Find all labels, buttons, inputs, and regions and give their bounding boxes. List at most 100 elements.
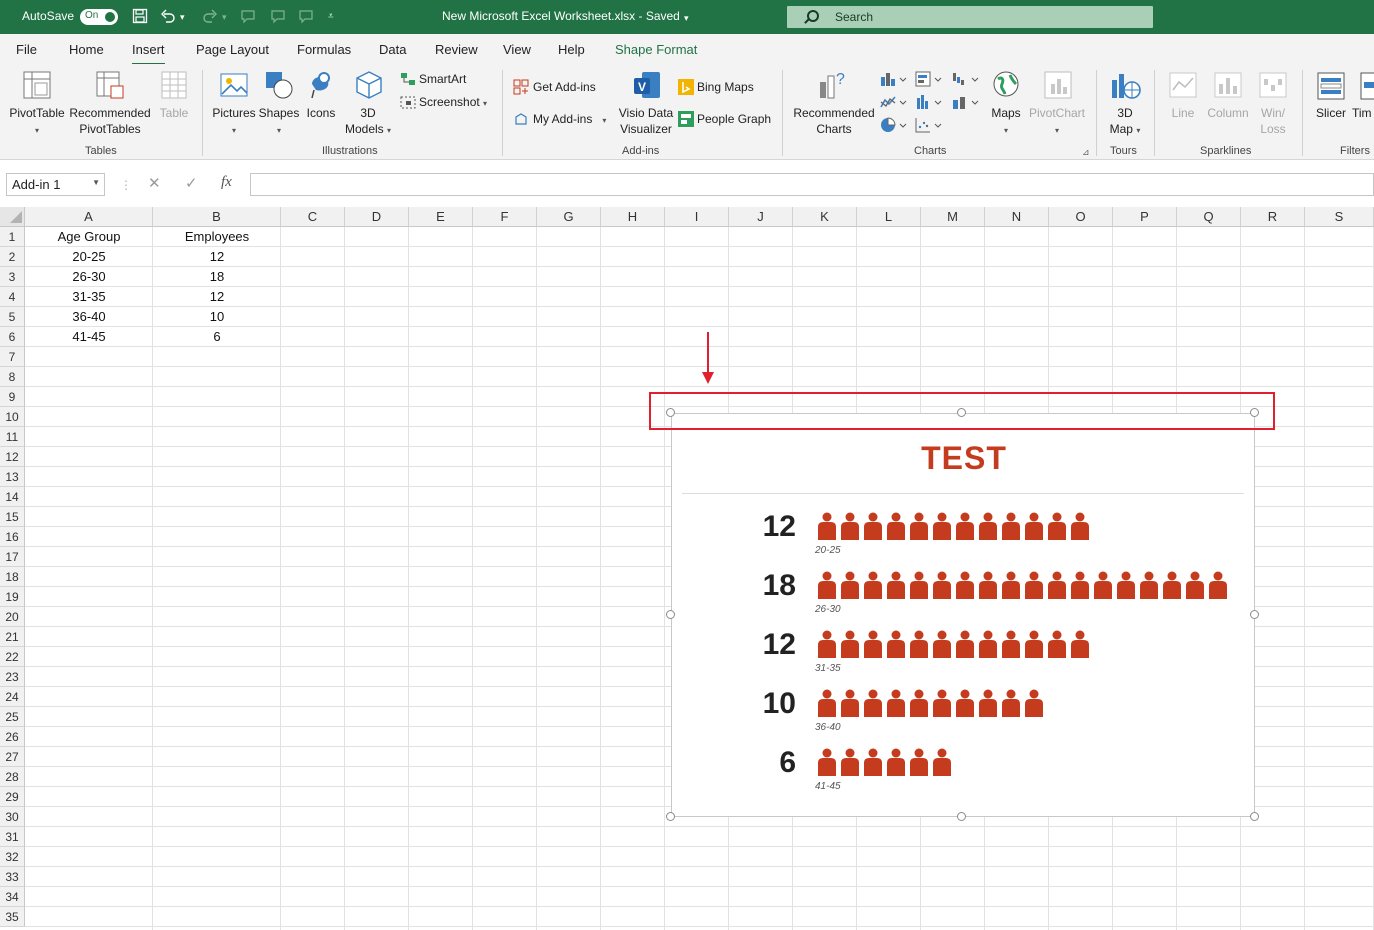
row-header-24[interactable]: 24 bbox=[0, 687, 25, 707]
tab-formulas[interactable]: Formulas bbox=[297, 42, 351, 57]
row-header-20[interactable]: 20 bbox=[0, 607, 25, 627]
tab-review[interactable]: Review bbox=[435, 42, 478, 57]
get-addins-button[interactable]: Get Add-ins bbox=[533, 79, 596, 95]
row-header-12[interactable]: 12 bbox=[0, 447, 25, 467]
customize-qat-icon[interactable]: ⩡ bbox=[328, 8, 334, 26]
row-header-27[interactable]: 27 bbox=[0, 747, 25, 767]
pivot-chart-button[interactable]: PivotChart ▾ bbox=[1026, 105, 1088, 139]
row-header-31[interactable]: 31 bbox=[0, 827, 25, 847]
column-header-o[interactable]: O bbox=[1049, 207, 1113, 227]
row-header-15[interactable]: 15 bbox=[0, 507, 25, 527]
icons-button[interactable]: Icons bbox=[302, 105, 340, 121]
data-cell[interactable]: 10 bbox=[153, 307, 281, 327]
row-header-9[interactable]: 9 bbox=[0, 387, 25, 407]
row-header-11[interactable]: 11 bbox=[0, 427, 25, 447]
recommended-charts-button[interactable]: Recommended Charts bbox=[789, 105, 879, 137]
row-header-21[interactable]: 21 bbox=[0, 627, 25, 647]
column-header-l[interactable]: L bbox=[857, 207, 921, 227]
save-icon[interactable] bbox=[132, 8, 148, 29]
slicer-button[interactable]: Slicer bbox=[1312, 105, 1350, 121]
row-header-17[interactable]: 17 bbox=[0, 547, 25, 567]
row-header-29[interactable]: 29 bbox=[0, 787, 25, 807]
bing-maps-button[interactable]: Bing Maps bbox=[697, 79, 754, 95]
line-chart-icon[interactable] bbox=[880, 94, 908, 113]
title-dropdown-icon[interactable]: ▾ bbox=[684, 9, 689, 27]
search-box[interactable]: Search bbox=[787, 6, 1153, 28]
column-header-n[interactable]: N bbox=[985, 207, 1049, 227]
data-cell[interactable]: 36-40 bbox=[25, 307, 153, 327]
autosave-toggle[interactable]: On bbox=[80, 9, 118, 25]
bar-chart-icon[interactable] bbox=[915, 71, 943, 90]
data-cell[interactable]: 12 bbox=[153, 247, 281, 267]
resize-handle[interactable] bbox=[957, 812, 966, 821]
cancel-icon[interactable]: ✕ bbox=[148, 174, 161, 192]
column-header-a[interactable]: A bbox=[25, 207, 153, 227]
name-box[interactable]: Add-in 1 ▼ bbox=[6, 173, 105, 196]
row-header-32[interactable]: 32 bbox=[0, 847, 25, 867]
tab-page-layout[interactable]: Page Layout bbox=[196, 42, 269, 57]
tab-home[interactable]: Home bbox=[69, 42, 104, 57]
row-header-26[interactable]: 26 bbox=[0, 727, 25, 747]
row-header-5[interactable]: 5 bbox=[0, 307, 25, 327]
row-header-8[interactable]: 8 bbox=[0, 367, 25, 387]
pivot-table-button[interactable]: PivotTable ▾ bbox=[5, 105, 69, 139]
column-header-k[interactable]: K bbox=[793, 207, 857, 227]
header-cell[interactable]: Age Group bbox=[25, 227, 153, 247]
scatter-chart-icon[interactable] bbox=[915, 117, 943, 136]
column-header-m[interactable]: M bbox=[921, 207, 985, 227]
data-cell[interactable]: 41-45 bbox=[25, 327, 153, 347]
resize-handle[interactable] bbox=[666, 812, 675, 821]
header-cell[interactable]: Employees bbox=[153, 227, 281, 247]
3d-models-button[interactable]: 3D Models ▾ bbox=[340, 105, 396, 139]
column-header-d[interactable]: D bbox=[345, 207, 409, 227]
3d-map-button[interactable]: 3D Map ▾ bbox=[1102, 105, 1148, 139]
data-cell[interactable]: 6 bbox=[153, 327, 281, 347]
column-header-f[interactable]: F bbox=[473, 207, 537, 227]
column-header-g[interactable]: G bbox=[537, 207, 601, 227]
sparkline-line-button[interactable]: Line bbox=[1162, 105, 1204, 121]
column-chart-icon[interactable] bbox=[880, 71, 908, 90]
combo-chart-icon[interactable] bbox=[952, 94, 980, 113]
column-header-j[interactable]: J bbox=[729, 207, 793, 227]
column-header-p[interactable]: P bbox=[1113, 207, 1177, 227]
maps-button[interactable]: Maps ▾ bbox=[985, 105, 1027, 139]
screenshot-button[interactable]: Screenshot ▾ bbox=[419, 94, 487, 112]
resize-handle[interactable] bbox=[1250, 610, 1259, 619]
insert-function-icon[interactable]: fx bbox=[221, 174, 232, 191]
row-header-34[interactable]: 34 bbox=[0, 887, 25, 907]
column-header-i[interactable]: I bbox=[665, 207, 729, 227]
row-header-18[interactable]: 18 bbox=[0, 567, 25, 587]
row-header-6[interactable]: 6 bbox=[0, 327, 25, 347]
my-addins-button[interactable]: My Add-ins ▾ bbox=[533, 111, 606, 129]
timeline-button[interactable]: Tim bbox=[1352, 105, 1374, 121]
statistic-chart-icon[interactable] bbox=[915, 94, 943, 113]
row-header-25[interactable]: 25 bbox=[0, 707, 25, 727]
column-header-c[interactable]: C bbox=[281, 207, 345, 227]
row-header-14[interactable]: 14 bbox=[0, 487, 25, 507]
data-cell[interactable]: 12 bbox=[153, 287, 281, 307]
row-header-35[interactable]: 35 bbox=[0, 907, 25, 927]
enter-icon[interactable]: ✓ bbox=[185, 174, 198, 192]
table-button[interactable]: Table bbox=[154, 105, 194, 121]
row-header-7[interactable]: 7 bbox=[0, 347, 25, 367]
row-header-19[interactable]: 19 bbox=[0, 587, 25, 607]
resize-handle[interactable] bbox=[1250, 812, 1259, 821]
tab-shape-format[interactable]: Shape Format bbox=[615, 42, 697, 57]
recommended-pivot-button[interactable]: Recommended PivotTables bbox=[68, 105, 152, 137]
people-graph-button[interactable]: People Graph bbox=[697, 111, 771, 127]
people-graph-chart[interactable]: TEST 12 20-25 18 26-30 12 31-35 10 36-40 6 41-45 bbox=[671, 413, 1255, 817]
row-header-2[interactable]: 2 bbox=[0, 247, 25, 267]
data-cell[interactable]: 26-30 bbox=[25, 267, 153, 287]
charts-dialog-launcher-icon[interactable]: ⊿ bbox=[1082, 147, 1090, 158]
row-header-23[interactable]: 23 bbox=[0, 667, 25, 687]
row-header-33[interactable]: 33 bbox=[0, 867, 25, 887]
column-header-r[interactable]: R bbox=[1241, 207, 1305, 227]
column-header-q[interactable]: Q bbox=[1177, 207, 1241, 227]
column-header-e[interactable]: E bbox=[409, 207, 473, 227]
pie-chart-icon[interactable] bbox=[880, 117, 908, 136]
row-header-3[interactable]: 3 bbox=[0, 267, 25, 287]
data-cell[interactable]: 18 bbox=[153, 267, 281, 287]
row-header-1[interactable]: 1 bbox=[0, 227, 25, 247]
row-header-30[interactable]: 30 bbox=[0, 807, 25, 827]
shapes-button[interactable]: Shapes ▾ bbox=[257, 105, 301, 139]
